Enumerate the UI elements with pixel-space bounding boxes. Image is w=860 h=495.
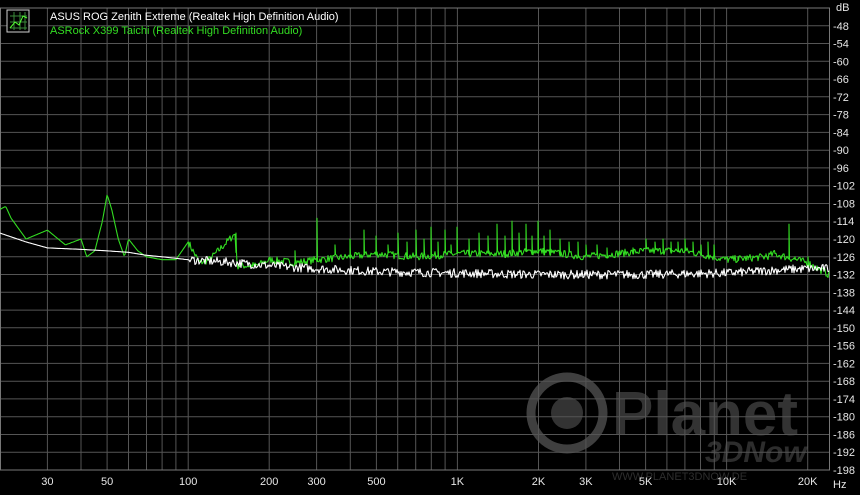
x-tick-label: 500 (367, 476, 385, 488)
y-tick-label: -168 (833, 376, 855, 388)
y-tick-label: -60 (833, 56, 849, 68)
y-tick-label: -198 (833, 465, 855, 477)
y-tick-label: -90 (833, 145, 849, 157)
x-tick-label: 3K (579, 476, 593, 488)
y-tick-label: -78 (833, 110, 849, 122)
y-tick-label: -84 (833, 127, 849, 139)
fft-noise-chart: Planet 3DNow WWW.PLANET3DNOW.DE -48-54-6… (0, 0, 860, 495)
y-tick-label: -174 (833, 394, 855, 406)
y-tick-label: -132 (833, 270, 855, 282)
legend-icon (6, 9, 30, 33)
x-tick-label: 200 (260, 476, 278, 488)
x-tick-label: 10K (717, 476, 737, 488)
legend-label-asus: ASUS ROG Zenith Extreme (Realtek High De… (50, 11, 339, 23)
y-tick-label: -114 (833, 216, 854, 228)
x-tick-label: 1K (451, 476, 465, 488)
legend-label-asrock: ASRock X399 Taichi (Realtek High Definit… (50, 25, 302, 37)
x-tick-label: 20K (798, 476, 818, 488)
x-tick-label: 50 (101, 476, 113, 488)
y-tick-label: -66 (833, 74, 849, 86)
x-tick-label: 100 (179, 476, 197, 488)
y-tick-label: -126 (833, 252, 855, 264)
y-tick-label: -48 (833, 21, 849, 33)
x-tick-label: 30 (41, 476, 53, 488)
y-tick-label: -120 (833, 234, 855, 246)
x-tick-label: 5K (639, 476, 653, 488)
y-tick-label: -96 (833, 163, 849, 175)
y-tick-label: -156 (833, 341, 855, 353)
y-tick-label: -186 (833, 430, 855, 442)
x-tick-label: 2K (532, 476, 546, 488)
y-tick-label: -138 (833, 287, 855, 299)
y-tick-label: -54 (833, 39, 849, 51)
y-tick-label: -180 (833, 412, 855, 424)
y-tick-label: -150 (833, 323, 855, 335)
y-tick-label: -72 (833, 92, 849, 104)
y-tick-label: -162 (833, 358, 855, 370)
y-tick-label: -144 (833, 305, 855, 317)
y-tick-label: -102 (833, 181, 855, 193)
y-axis-unit: dB (836, 2, 849, 14)
x-axis-unit: Hz (833, 479, 846, 491)
y-tick-label: -108 (833, 199, 855, 211)
x-tick-label: 300 (307, 476, 325, 488)
y-tick-label: -192 (833, 447, 855, 459)
